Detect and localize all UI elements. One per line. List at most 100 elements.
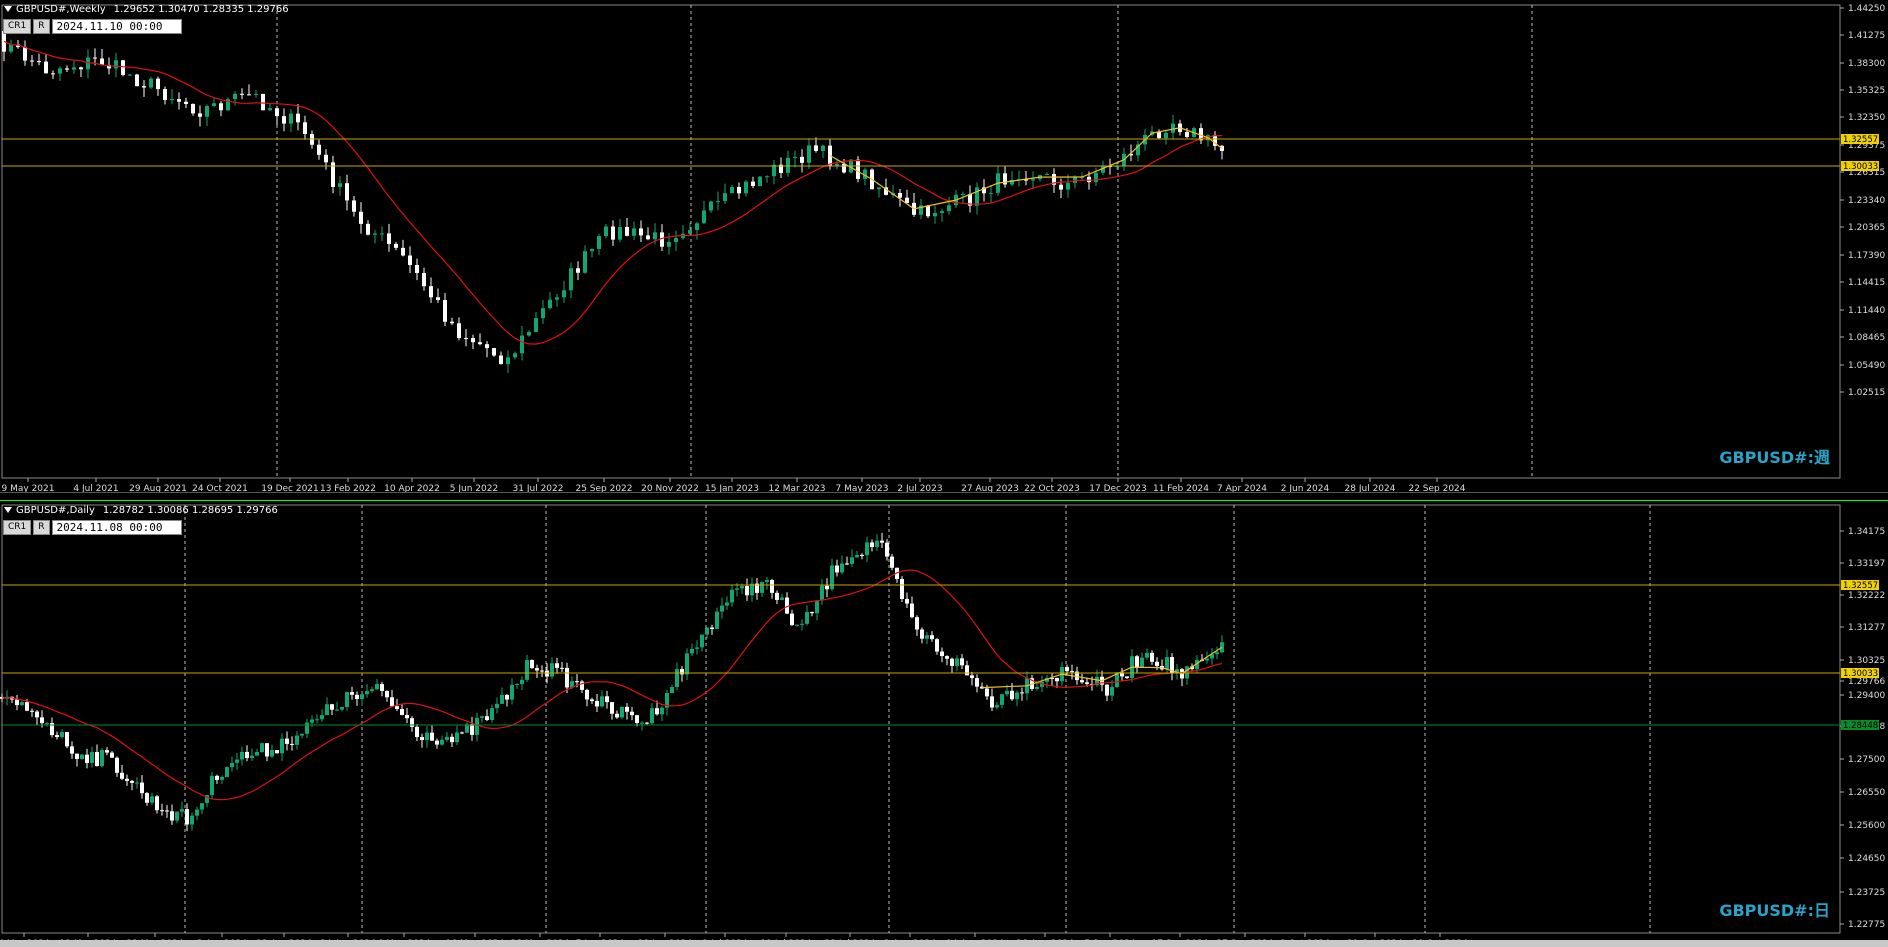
candle-body bbox=[800, 156, 804, 163]
candle-body bbox=[175, 811, 179, 821]
candle-body bbox=[715, 611, 719, 630]
date-tick-label: 24 Oct 2021 bbox=[192, 484, 248, 492]
candle-body bbox=[156, 78, 160, 90]
candle-body bbox=[1094, 172, 1098, 183]
candle-body bbox=[562, 290, 566, 298]
candle-body bbox=[114, 60, 118, 69]
candle-body bbox=[961, 194, 965, 196]
candle-body bbox=[215, 775, 219, 780]
daily-datetime-field[interactable]: 2024.11.08 00:00 bbox=[51, 520, 182, 535]
candle-body bbox=[270, 750, 274, 757]
date-tick-label: 13 Feb 2022 bbox=[320, 484, 376, 492]
price-tick-label: 1.35325 bbox=[1848, 86, 1885, 96]
candle-body bbox=[265, 743, 269, 757]
candle-body bbox=[1135, 656, 1139, 668]
candle-body bbox=[576, 268, 580, 273]
cr1-button[interactable]: CR1 bbox=[3, 19, 32, 34]
price-tick-label: 1.44250 bbox=[1848, 4, 1885, 14]
date-tick-label: 22 Sep 2024 bbox=[1408, 484, 1465, 492]
candle-body bbox=[990, 696, 994, 708]
candle-body bbox=[15, 699, 19, 706]
candle-body bbox=[688, 230, 692, 234]
candle-body bbox=[1080, 680, 1084, 683]
price-tick-label: 1.41275 bbox=[1848, 31, 1885, 41]
weekly-chart-pane[interactable]: 1.44250 1.41275 1.38300 1.35325 1.32350 1.293… bbox=[0, 0, 1888, 493]
price-tick-label: 1.32350 bbox=[1848, 113, 1885, 123]
cr1-button[interactable]: CR1 bbox=[3, 520, 32, 535]
candle-body bbox=[1005, 690, 1009, 695]
candle-body bbox=[324, 154, 328, 163]
price-tick-label: 1.25600 bbox=[1848, 821, 1885, 831]
weekly-chart-canvas[interactable]: 1.442501.412751.383001.353251.323501.293… bbox=[0, 0, 1888, 492]
candle-body bbox=[470, 724, 474, 735]
candle-body bbox=[925, 635, 929, 639]
candle-body bbox=[440, 739, 444, 745]
candle-body bbox=[548, 299, 552, 309]
candle-body bbox=[195, 809, 199, 816]
candle-body bbox=[1070, 671, 1074, 673]
candle-body bbox=[880, 540, 884, 543]
weekly-controls: CR1 R 2024.11.10 00:00 bbox=[3, 19, 182, 34]
daily-symbol: GBPUSD#,Daily bbox=[16, 505, 95, 516]
candle-body bbox=[555, 297, 559, 300]
weekly-datetime-field[interactable]: 2024.11.10 00:00 bbox=[51, 19, 182, 34]
date-tick-label: 17 Dec 2023 bbox=[1089, 484, 1147, 492]
collapse-triangle-icon[interactable] bbox=[4, 507, 12, 513]
candle-body bbox=[23, 47, 27, 61]
candle-body bbox=[835, 163, 839, 166]
candle-body bbox=[79, 67, 83, 70]
candle-body bbox=[445, 736, 449, 740]
candle-body bbox=[485, 344, 489, 349]
candle-body bbox=[405, 714, 409, 719]
candle-body bbox=[390, 697, 394, 707]
candle-body bbox=[464, 338, 468, 340]
candle-body bbox=[275, 750, 279, 754]
collapse-triangle-icon[interactable] bbox=[4, 6, 12, 12]
candle-body bbox=[155, 796, 159, 811]
candle-body bbox=[380, 684, 384, 691]
candle-body bbox=[775, 592, 779, 600]
candle-body bbox=[1000, 694, 1004, 705]
candle-body bbox=[900, 578, 904, 599]
date-tick-label: 28 Jul 2024 bbox=[1345, 484, 1396, 492]
candle-body bbox=[90, 752, 94, 763]
candle-body bbox=[690, 648, 694, 654]
daily-chart-pane[interactable]: 1.34175 1.33197 1.32222 1.31277 1.30325 1.297… bbox=[0, 500, 1888, 941]
candle-body bbox=[1205, 658, 1209, 661]
candle-body bbox=[645, 722, 649, 724]
candle-body bbox=[751, 181, 755, 186]
candle-body bbox=[730, 187, 734, 194]
candle-body bbox=[250, 755, 254, 759]
price-tick-label: 1.24650 bbox=[1848, 854, 1885, 864]
candle-body bbox=[705, 627, 709, 635]
candle-body bbox=[530, 660, 534, 669]
candle-body bbox=[709, 201, 713, 211]
daily-watermark: GBPUSD#:日 bbox=[1719, 901, 1830, 920]
candle-body bbox=[995, 704, 999, 708]
candle-body bbox=[305, 722, 309, 734]
level-label: 1.30033 bbox=[1843, 669, 1878, 679]
candle-body bbox=[460, 732, 464, 734]
candle-body bbox=[639, 228, 643, 236]
r-button[interactable]: R bbox=[33, 520, 50, 535]
price-tick-label: 1.31277 bbox=[1848, 623, 1885, 633]
candle-body bbox=[950, 658, 954, 666]
candle-body bbox=[702, 210, 706, 224]
candle-body bbox=[115, 757, 119, 773]
r-button[interactable]: R bbox=[33, 19, 50, 34]
date-tick-label: 7 Apr 2024 bbox=[1217, 484, 1267, 492]
candle-body bbox=[615, 713, 619, 718]
candle-body bbox=[660, 232, 664, 247]
date-tick-label: 29 Aug 2021 bbox=[129, 484, 187, 492]
candle-body bbox=[290, 743, 294, 745]
candle-body bbox=[425, 732, 429, 741]
candle-body bbox=[86, 57, 90, 70]
candle-body bbox=[160, 810, 164, 812]
candle-body bbox=[805, 612, 809, 624]
candle-body bbox=[490, 708, 494, 720]
price-tick-label: 1.27500 bbox=[1848, 755, 1885, 765]
candle-body bbox=[760, 582, 764, 593]
tab-strip[interactable] bbox=[0, 940, 1888, 947]
candle-body bbox=[1035, 686, 1039, 689]
daily-chart-canvas[interactable]: 1.341751.331971.322221.312771.303251.297… bbox=[0, 501, 1888, 941]
